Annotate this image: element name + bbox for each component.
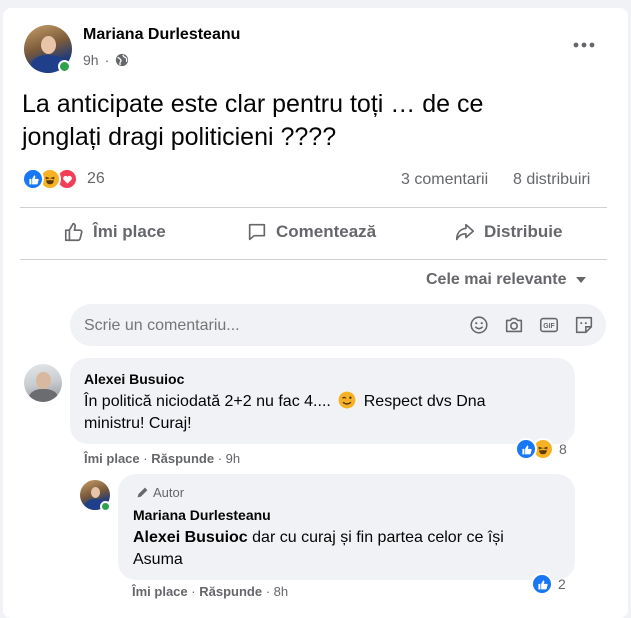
comment-input[interactable] [82,304,446,348]
author-badge: Autor [136,485,184,500]
like-outline-icon [63,221,85,243]
reply-online-indicator [100,501,111,512]
author-badge-label: Autor [153,485,185,500]
comment-sort-dropdown[interactable]: Cele mai relevante [426,271,587,289]
comment-text: În politică niciodată 2+2 nu fac 4.... R… [84,391,564,435]
comment-like-link[interactable]: Îmi place [84,451,140,466]
like-reaction-icon [515,438,537,460]
reply-bubble: Autor Mariana Durlesteanu Alexei Busuioc… [118,474,575,580]
reply-actions: Îmi place · Răspunde · 8h [132,584,289,599]
like-button[interactable]: Îmi place [63,221,166,243]
sort-label: Cele mai relevante [426,271,567,288]
comment-author[interactable]: Alexei Busuioc [84,371,184,387]
meta-separator: · [104,52,110,68]
comment-text-line-2: ministru! Curaj! [84,415,192,432]
more-options-icon[interactable] [571,38,597,52]
reply-author[interactable]: Mariana Durlesteanu [133,507,271,523]
post-time[interactable]: 9h [83,52,99,68]
caret-down-icon [575,276,587,284]
reply-time[interactable]: 8h [274,584,288,599]
post-text-line-1: La anticipate este clar pentru toți … de… [22,90,484,118]
comment-reactions[interactable]: 8 [515,438,567,460]
share-button-label: Distribuie [484,222,563,241]
comment-composer[interactable]: GIF [70,304,606,348]
like-reaction-icon [531,573,553,595]
gif-icon[interactable]: GIF [538,314,560,336]
reply-like-link[interactable]: Îmi place [132,584,188,599]
comment-bubble-icon [246,221,268,243]
share-button[interactable]: Distribuie [454,221,562,243]
globe-icon [115,53,129,67]
commenter-avatar[interactable] [24,364,62,402]
comment-reactions-count: 8 [559,441,567,457]
svg-text:GIF: GIF [543,323,554,330]
reply-reactions-count: 2 [558,576,566,592]
reply-text: Alexei Busuioc dar cu curaj și fin parte… [133,527,568,571]
like-button-label: Îmi place [93,222,166,241]
post-text: La anticipate este clar pentru toți … de… [22,88,622,154]
divider-bottom [20,259,607,260]
post-timestamp-row: 9h · [83,52,129,68]
comment-bubble: Alexei Busuioc În politică niciodată 2+2… [70,358,575,444]
comment-button[interactable]: Comentează [246,221,376,243]
comment-time[interactable]: 9h [226,451,240,466]
reply-reply-link[interactable]: Răspunde [199,584,262,599]
comment-actions: Îmi place · Răspunde · 9h [84,451,241,466]
pen-icon [136,486,149,499]
reply-text-line-1: Alexei Busuioc dar cu curaj și fin parte… [133,529,504,546]
camera-icon[interactable] [503,314,525,336]
comment-text-line-1: În politică niciodată 2+2 nu fac 4.... R… [84,391,486,410]
reactions-count[interactable]: 26 [87,170,105,188]
comment-reply-link[interactable]: Răspunde [151,451,214,466]
comments-count[interactable]: 3 comentarii [401,171,488,189]
post-card: Mariana Durlesteanu 9h · La anticipate e… [3,8,628,618]
emoji-icon[interactable] [468,314,490,336]
reply-reactions[interactable]: 2 [531,573,566,595]
post-text-line-2: jonglați dragi politicieni ???? [22,123,337,151]
reply-mention[interactable]: Alexei Busuioc [133,529,248,546]
share-arrow-icon [454,221,476,243]
wink-emoji-icon [338,391,356,409]
comment-button-label: Comentează [276,222,377,241]
like-reaction-icon [22,168,44,190]
post-author-name[interactable]: Mariana Durlesteanu [83,26,240,44]
sticker-icon[interactable] [573,314,595,336]
reactions-summary[interactable]: 26 [22,168,105,190]
divider-top [20,207,607,208]
shares-count[interactable]: 8 distribuiri [513,171,590,189]
online-status-indicator [58,60,71,73]
reply-text-line-2: Asuma [133,551,183,568]
